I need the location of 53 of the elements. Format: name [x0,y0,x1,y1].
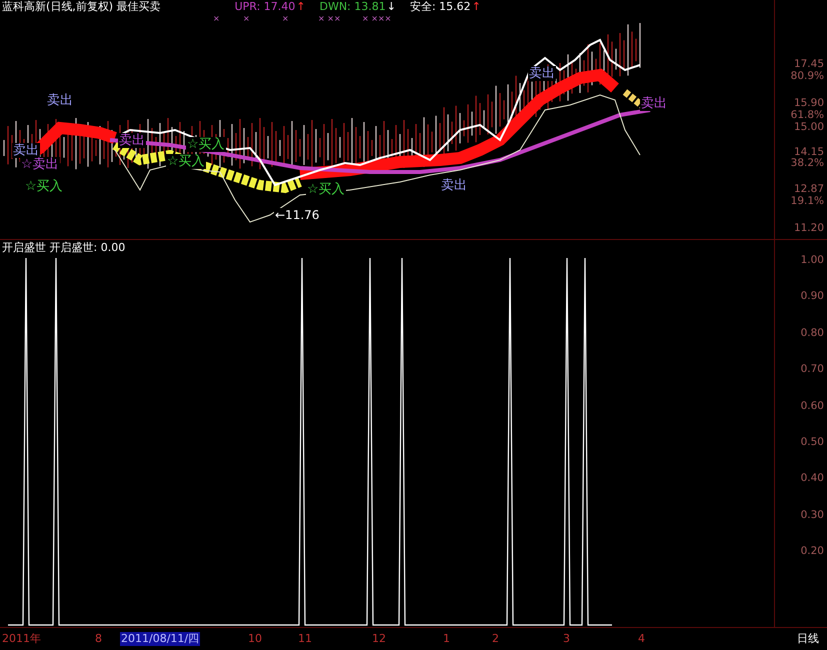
axis-label: 80.9% [790,70,824,82]
axis-label: 0.30 [800,508,824,521]
signal-label: ☆买入 [186,137,226,152]
axis-label: 14.15 [794,146,824,158]
axis-label: 0.50 [800,436,824,448]
axis-label: 0.80 [800,326,824,339]
axis-label: 17.45 [794,58,824,70]
date-label: 10 [248,632,262,646]
date-label: 1 [443,632,450,646]
date-label: 2011/08/11/四 [120,632,200,646]
indicator-value: UPR: 17.40 [234,0,296,14]
cross-marker: × ××× [362,14,392,24]
date-label: 11 [298,632,312,646]
arrow-icon: ↑ [472,0,481,14]
axis-label: 12.87 [794,183,824,195]
axis-label: 11.20 [794,222,824,234]
axis-label: 0.90 [800,290,824,302]
axis-label: 0.40 [800,472,824,484]
arrow-icon: ↓ [386,0,396,14]
axis-label: 0.20 [800,545,824,558]
date-label: 8 [95,632,102,646]
date-label: 3 [563,632,570,646]
axis-label: 0.70 [800,363,824,376]
date-label: 2 [492,632,499,646]
signal-label: ☆买入 [166,154,206,169]
cross-marker: × [213,14,220,24]
cross-marker: × ×× [318,14,341,24]
date-label: 4 [638,632,645,646]
indicator-value: DWN: 13.81 [319,0,386,14]
axis-label: 1.00 [800,254,824,266]
chart-title: 蓝科高新(日线,前复权) 最佳买卖 [2,0,161,14]
axis-label: 0.60 [800,400,824,412]
signal-label: 卖出 [528,66,556,81]
axis-label: 38.2% [790,157,824,169]
signal-label: ☆买入 [306,182,346,197]
period-label: 日线 [797,632,819,646]
cross-marker: × [282,14,289,24]
signal-label: ☆买入 [24,179,64,194]
signal-label: 卖出 [46,93,74,108]
indicator-title: 开启盛世 开启盛世: 0.00 [1,240,126,256]
axis-label: 19.1% [790,195,824,207]
axis-label: 15.90 [794,97,824,109]
date-label: 12 [372,632,386,646]
signal-label: 卖出 [640,96,668,111]
axis-label: 15.00 [794,121,824,133]
signal-label: 卖出 [12,143,40,158]
signal-label: 卖出 [440,178,468,193]
axis-label: 61.8% [790,109,824,121]
signal-label: 卖出 [118,133,146,148]
cross-marker: × [243,14,250,24]
arrow-icon: ↑ [296,0,306,14]
date-label: 2011年 [2,632,41,646]
indicator-value: 安全: 15.62 [410,0,471,14]
